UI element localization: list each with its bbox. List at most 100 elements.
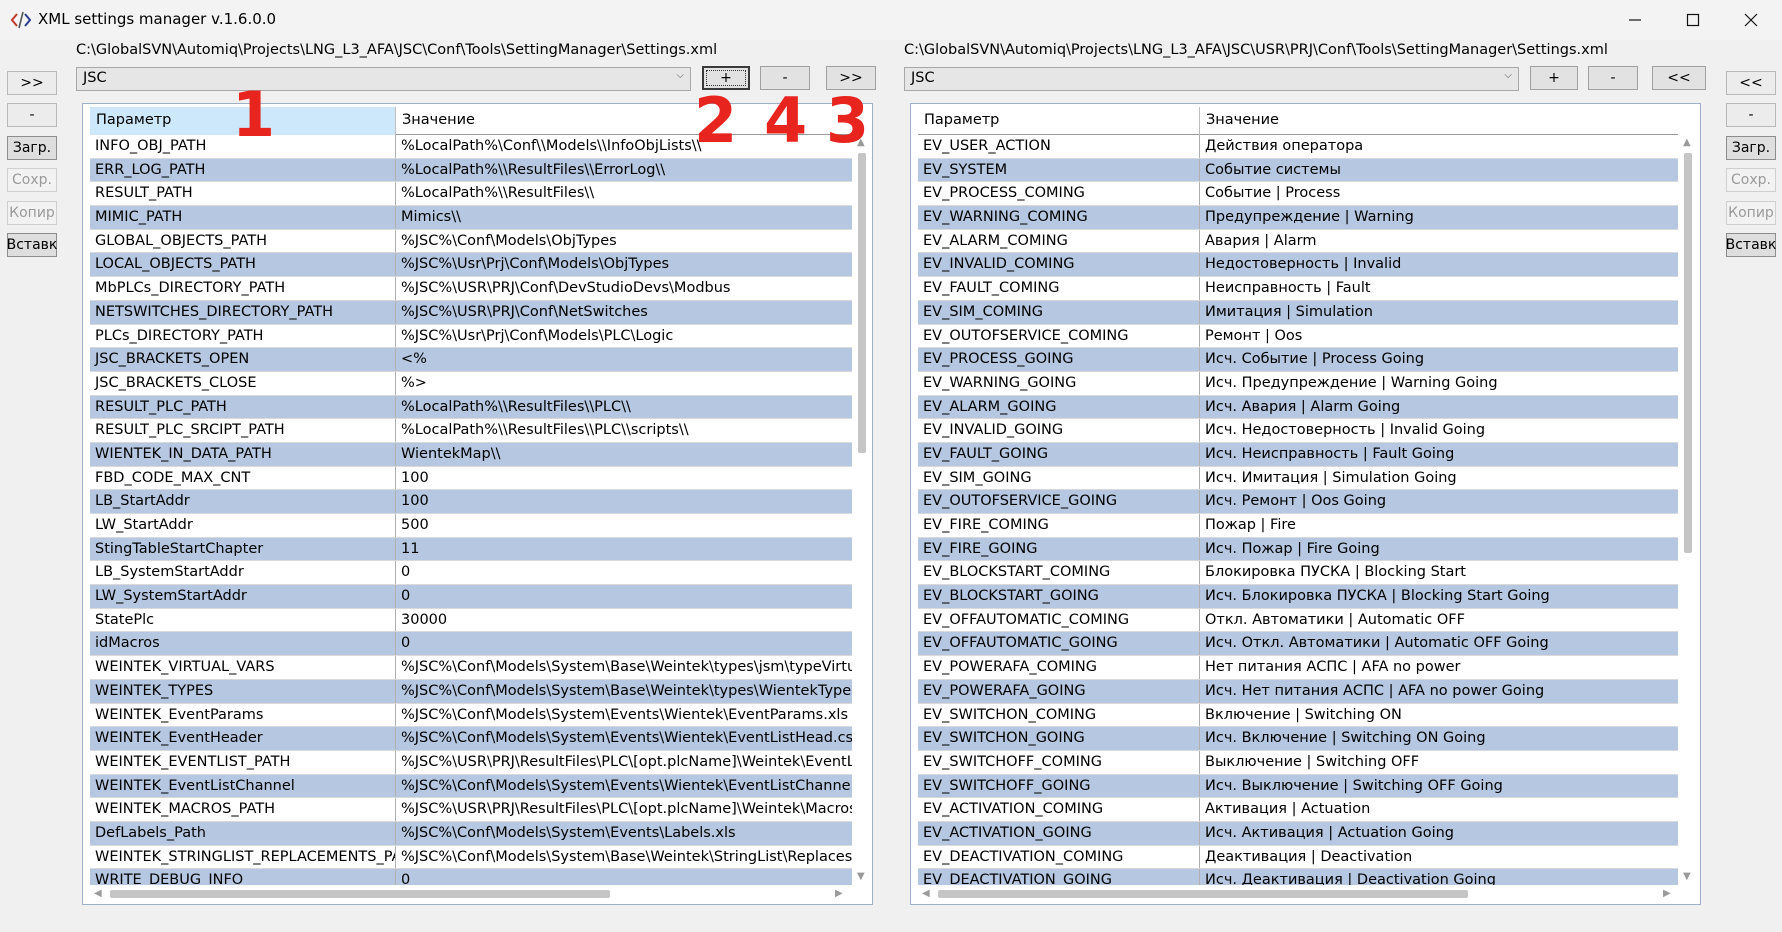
parameter-cell[interactable]: EV_SIM_COMING <box>918 300 1200 324</box>
table-row[interactable]: EV_DEACTIVATION_COMING Деактивация | Deac… <box>918 845 1678 870</box>
table-row[interactable]: WIENTEK_IN_DATA_PATH WientekMap\\ <box>90 442 854 467</box>
table-row[interactable]: StatePlc 30000 <box>90 608 854 633</box>
value-cell[interactable]: Mimics\\ <box>396 206 854 229</box>
right-section-combo[interactable]: JSC ⌵ <box>904 67 1519 91</box>
table-row[interactable]: EV_OUTOFSERVICE_GOING Исч. Ремонт | Oos G… <box>918 490 1678 514</box>
parameter-cell[interactable]: EV_FAULT_GOING <box>918 442 1200 466</box>
save-button-right[interactable]: Сохр. <box>1726 168 1776 192</box>
parameter-cell[interactable]: WEINTEK_MACROS_PATH <box>90 798 396 821</box>
parameter-cell[interactable]: StatePlc <box>90 608 396 632</box>
value-cell[interactable]: 0 <box>396 585 854 608</box>
side-remove-button[interactable]: - <box>7 103 57 127</box>
parameter-cell[interactable]: RESULT_PATH <box>90 182 396 206</box>
scroll-right-icon[interactable]: ▶ <box>1663 888 1671 899</box>
value-cell[interactable]: Исч. Деактивация | Deactivation Going <box>1200 869 1678 885</box>
parameter-cell[interactable]: EV_SYSTEM <box>918 158 1200 182</box>
right-vscroll-thumb[interactable] <box>1684 153 1692 553</box>
table-row[interactable]: EV_SWITCHON_COMING Включение | Switching … <box>918 703 1678 728</box>
parameter-cell[interactable]: EV_OUTOFSERVICE_GOING <box>918 490 1200 513</box>
parameter-cell[interactable]: EV_SWITCHON_GOING <box>918 727 1200 750</box>
value-cell[interactable]: Исч. Нет питания АСПС | AFA no power Goi… <box>1200 680 1678 703</box>
value-cell[interactable]: 0 <box>396 561 854 584</box>
value-cell[interactable]: %JSC%\Usr\Prj\Conf\Models\ObjTypes <box>396 253 854 276</box>
table-row[interactable]: EV_POWERAFA_COMING Нет питания АСПС | AFA… <box>918 656 1678 680</box>
save-button[interactable]: Сохр. <box>7 168 57 192</box>
value-cell[interactable]: %LocalPath%\\ResultFiles\\PLC\\ <box>396 396 854 419</box>
parameter-cell[interactable]: MbPLCs_DIRECTORY_PATH <box>90 277 396 300</box>
value-cell[interactable]: %JSC%\Conf\Models\System\Events\Wientek\… <box>396 775 854 798</box>
left-horizontal-scrollbar[interactable]: ◀ ▶ <box>90 885 854 903</box>
parameter-cell[interactable]: LW_SystemStartAddr <box>90 585 396 608</box>
value-cell[interactable]: %JSC%\USR\PRJ\Conf\DevStudioDevs\Modbus <box>396 277 854 300</box>
value-cell[interactable]: %JSC%\Conf\Models\System\Base\Weintek\ty… <box>396 680 854 703</box>
scroll-up-icon[interactable]: ▲ <box>1683 137 1691 148</box>
header-parameter-right[interactable]: Параметр <box>918 107 1200 135</box>
table-row[interactable]: WEINTEK_EventHeader %JSC%\Conf\Models\Sys… <box>90 727 854 751</box>
minimize-button[interactable] <box>1606 0 1664 40</box>
left-vertical-scrollbar[interactable]: ▲ ▼ <box>852 135 872 885</box>
value-cell[interactable]: %JSC%\USR\PRJ\ResultFiles\PLC\[opt.plcNa… <box>396 798 854 821</box>
table-row[interactable]: EV_SIM_COMING Имитация | Simulation <box>918 300 1678 325</box>
value-cell[interactable]: Включение | Switching ON <box>1200 704 1678 727</box>
parameter-cell[interactable]: LW_StartAddr <box>90 514 396 537</box>
parameter-cell[interactable]: EV_INVALID_COMING <box>918 253 1200 277</box>
value-cell[interactable]: Выключение | Switching OFF <box>1200 751 1678 774</box>
parameter-cell[interactable]: WEINTEK_VIRTUAL_VARS <box>90 656 396 679</box>
table-row[interactable]: WEINTEK_VIRTUAL_VARS %JSC%\Conf\Models\Sy… <box>90 656 854 680</box>
table-row[interactable]: EV_ACTIVATION_COMING Активация | Actuatio… <box>918 798 1678 822</box>
parameter-cell[interactable]: EV_ALARM_COMING <box>918 229 1200 253</box>
table-row[interactable]: idMacros 0 <box>90 632 854 657</box>
table-row[interactable]: EV_ALARM_COMING Авария | Alarm <box>918 229 1678 254</box>
parameter-cell[interactable]: JSC_BRACKETS_CLOSE <box>90 371 396 395</box>
left-vscroll-thumb[interactable] <box>858 153 866 453</box>
value-cell[interactable]: Нет питания АСПС | AFA no power <box>1200 656 1678 679</box>
table-row[interactable]: NETSWITCHES_DIRECTORY_PATH %JSC%\USR\PRJ\… <box>90 300 854 325</box>
parameter-cell[interactable]: EV_FIRE_COMING <box>918 514 1200 537</box>
table-row[interactable]: EV_ALARM_GOING Исч. Авария | Alarm Going <box>918 395 1678 420</box>
parameter-cell[interactable]: EV_WARNING_GOING <box>918 371 1200 395</box>
parameter-cell[interactable]: EV_SIM_GOING <box>918 466 1200 490</box>
right-horizontal-scrollbar[interactable]: ◀ ▶ <box>918 885 1678 903</box>
table-row[interactable]: EV_OFFAUTOMATIC_COMING Откл. Автоматики |… <box>918 608 1678 633</box>
maximize-button[interactable] <box>1664 0 1722 40</box>
parameter-cell[interactable]: RESULT_PLC_SRCIPT_PATH <box>90 419 396 442</box>
parameter-cell[interactable]: WEINTEK_STRINGLIST_REPLACEMENTS_PATH <box>90 845 396 869</box>
value-cell[interactable]: %JSC%\Conf\Models\ObjTypes <box>396 230 854 253</box>
value-cell[interactable]: Событие | Process <box>1200 182 1678 205</box>
table-row[interactable]: JSC_BRACKETS_CLOSE %> <box>90 371 854 396</box>
parameter-cell[interactable]: EV_FAULT_COMING <box>918 277 1200 300</box>
table-row[interactable]: EV_WARNING_GOING Исч. Предупреждение | Wa… <box>918 371 1678 396</box>
scroll-right-icon[interactable]: ▶ <box>835 888 843 899</box>
value-cell[interactable]: %JSC%\Usr\Prj\Conf\Models\PLC\Logic <box>396 325 854 348</box>
right-vertical-scrollbar[interactable]: ▲ ▼ <box>1678 135 1698 885</box>
load-button[interactable]: Загр. <box>7 136 57 160</box>
value-cell[interactable]: Ремонт | Oos <box>1200 325 1678 348</box>
parameter-cell[interactable]: MIMIC_PATH <box>90 206 396 229</box>
parameter-cell[interactable]: idMacros <box>90 632 396 656</box>
parameter-cell[interactable]: EV_ALARM_GOING <box>918 395 1200 419</box>
parameter-cell[interactable]: EV_POWERAFA_COMING <box>918 656 1200 679</box>
value-cell[interactable]: %JSC%\USR\PRJ\ResultFiles\PLC\[opt.plcNa… <box>396 751 854 774</box>
parameter-cell[interactable]: EV_SWITCHON_COMING <box>918 703 1200 727</box>
value-cell[interactable]: Неисправность | Fault <box>1200 277 1678 300</box>
table-row[interactable]: ERR_LOG_PATH %LocalPath%\\ResultFiles\\Er… <box>90 158 854 183</box>
table-row[interactable]: WEINTEK_EVENTLIST_PATH %JSC%\USR\PRJ\Resu… <box>90 750 854 775</box>
value-cell[interactable]: 0 <box>396 632 854 655</box>
value-cell[interactable]: Исч. Выключение | Switching OFF Going <box>1200 775 1678 798</box>
parameter-cell[interactable]: EV_DEACTIVATION_COMING <box>918 845 1200 869</box>
parameter-cell[interactable]: EV_POWERAFA_GOING <box>918 679 1200 703</box>
scroll-down-icon[interactable]: ▼ <box>857 871 865 882</box>
value-cell[interactable]: %JSC%\Conf\Models\System\Events\Labels.x… <box>396 822 854 845</box>
table-row[interactable]: EV_BLOCKSTART_GOING Исч. Блокировка ПУСКА… <box>918 585 1678 609</box>
parameter-cell[interactable]: LB_SystemStartAddr <box>90 561 396 585</box>
parameter-cell[interactable]: DefLabels_Path <box>90 821 396 845</box>
parameter-cell[interactable]: EV_WARNING_COMING <box>918 206 1200 229</box>
parameter-cell[interactable]: WEINTEK_EVENTLIST_PATH <box>90 750 396 774</box>
value-cell[interactable]: %JSC%\Conf\Models\System\Base\Weintek\St… <box>396 846 854 869</box>
value-cell[interactable]: <% <box>396 348 854 371</box>
value-cell[interactable]: %JSC%\Conf\Models\System\Base\Weintek\ty… <box>396 656 854 679</box>
table-row[interactable]: EV_USER_ACTION Действия оператора <box>918 135 1678 159</box>
copy-button[interactable]: Копир <box>7 201 57 225</box>
table-row[interactable]: EV_FAULT_COMING Неисправность | Fault <box>918 277 1678 301</box>
table-row[interactable]: EV_OFFAUTOMATIC_GOING Исч. Откл. Автомати… <box>918 632 1678 657</box>
